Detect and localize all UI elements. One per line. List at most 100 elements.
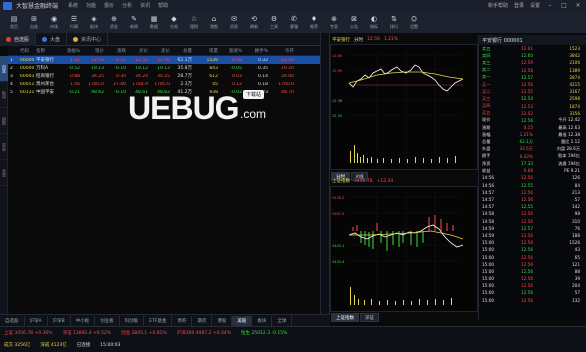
close-icon[interactable]: × [574, 1, 582, 9]
column-header[interactable]: 名称 [34, 48, 58, 54]
column-header[interactable]: 换手% [244, 48, 270, 54]
table-row[interactable]: 4 600519贵州茅台 1.56 1785.0 27.40 1784.9 1785.0 2.… [8, 80, 320, 88]
toolbar-button[interactable]: ▦ 数据 [144, 12, 164, 32]
index-chart[interactable]: 3478.2 3467.5 3445.1 3434.4 [330, 186, 478, 312]
column-header[interactable]: 总量 [172, 48, 194, 54]
table-row[interactable]: 2 000002万科A -0.52 19.13 -0.10 19.12 19.13 35.8万… [8, 64, 320, 72]
minimize-icon[interactable]: – [546, 1, 554, 9]
table-row[interactable]: 3 600036招商银行 0.88 34.25 0.30 34.24 34.25 28.7万 6… [8, 72, 320, 80]
chart1-mode: 分时 [354, 37, 363, 43]
toolbar-button[interactable]: ◈ 板块 [84, 12, 104, 32]
toolbar-button[interactable]: ⊗ 专家 [324, 12, 344, 32]
detail-extra: 88 [574, 268, 580, 274]
menu-item[interactable]: 功能 [86, 2, 96, 9]
maximize-icon[interactable]: □ [560, 1, 568, 9]
table-cell: 1526 [206, 57, 218, 63]
toolbar-label: 市场 [50, 23, 58, 29]
sidebar-tab[interactable]: 全部 [0, 160, 8, 186]
market-tab[interactable]: 债券 [172, 315, 193, 326]
column-header[interactable]: 代码 [18, 48, 34, 54]
login-link[interactable]: 登录 [514, 2, 524, 9]
toolbar-label: 推荐 [310, 23, 318, 29]
status-index[interactable]: 上证 3456.78 +0.36% [4, 330, 53, 336]
menu-item[interactable]: 帮助 [158, 2, 168, 9]
sidebar-tab[interactable]: 板块 [0, 82, 8, 108]
toolbar-button[interactable]: ☆ 理财 [184, 12, 204, 32]
column-header[interactable]: 卖价 [150, 48, 172, 54]
status-index[interactable]: 深证 13892.4 +0.52% [63, 330, 112, 336]
toolbar-button[interactable]: ⛭ 设置 [404, 12, 424, 32]
tab-watchlist[interactable]: 自选股 [0, 32, 37, 46]
sidebar-tab[interactable]: 指数 [0, 108, 8, 134]
toolbar-button[interactable]: ♦ 推荐 [304, 12, 324, 32]
market-tab[interactable]: 全球 [272, 315, 293, 326]
table-row[interactable]: 1 000001平安银行 1.21 12.56 0.15 12.55 12.56 62.1万 1… [8, 56, 320, 64]
column-header[interactable]: 现价 [82, 48, 106, 54]
market-tab[interactable]: 美股 [232, 315, 253, 326]
toolbar-button[interactable]: ☰ 行情 [64, 12, 84, 32]
table-cell: 19.20 [281, 65, 294, 71]
market-tab[interactable]: 板块 [252, 315, 273, 326]
tab-news[interactable]: 资讯中心 [67, 32, 109, 46]
app-logo-icon [3, 1, 12, 10]
left-sidebar: 自选 板块 指数 资金 全部 [0, 56, 8, 321]
status-index[interactable]: 创业 2845.1 +0.81% [121, 330, 167, 336]
toolbar-button[interactable]: ✆ 客服 [284, 12, 304, 32]
detail-row: 卖二 12.58 1389 [479, 67, 586, 74]
menu-item[interactable]: 分析 [122, 2, 132, 9]
market-tab[interactable]: 港股 [212, 315, 233, 326]
toolbar-button[interactable]: ▤ 首页 [4, 12, 24, 32]
toolbar-button[interactable]: ✉ 消息 [224, 12, 244, 32]
toolbar-button[interactable]: ⇅ 排行 [384, 12, 404, 32]
chart2-subtab[interactable]: 深证 [360, 313, 379, 322]
market-tab[interactable]: 沪深B [48, 315, 71, 326]
tab-market[interactable]: 大盘 [36, 32, 68, 46]
column-header[interactable]: 现量 [194, 48, 220, 54]
column-header[interactable]: 涨跌 [106, 48, 128, 54]
toolbar-button[interactable]: ◆ 交易 [164, 12, 184, 32]
sidebar-tab[interactable]: 自选 [0, 56, 8, 82]
menu-item[interactable]: 报价 [104, 2, 114, 9]
chart2-subtab[interactable]: 上证指数 [331, 313, 359, 322]
detail-value: 12.56 [521, 218, 533, 224]
detail-value: 62.1万 [519, 139, 533, 145]
toolbar-button[interactable]: ⊕ 资金 [104, 12, 124, 32]
pane-splitter[interactable] [320, 33, 330, 320]
detail-label: 卖四 [482, 52, 491, 58]
status-index[interactable]: 恒生 25012.3 -0.15% [241, 330, 287, 336]
detail-extra: 最低 12.38 [558, 131, 580, 137]
column-header[interactable]: 涨幅% [58, 48, 82, 54]
table-header: 代码 名称 涨幅% 现价 涨跌 买价 卖价 总量 现量 涨速% 换手% 今开 [8, 46, 320, 56]
table-cell: 12.56 [91, 57, 104, 63]
market-tab[interactable]: 中小板 [71, 315, 96, 326]
toolbar-button[interactable]: ◐ 指标 [364, 12, 384, 32]
menu-item[interactable]: 系统 [68, 2, 78, 9]
toolbar-button[interactable]: ⟲ 刷新 [244, 12, 264, 32]
market-tab[interactable]: 期货 [192, 315, 213, 326]
column-header[interactable]: 今开 [270, 48, 296, 54]
market-tab[interactable]: 创业板 [95, 315, 120, 326]
toolbar-button[interactable]: ⚙ 工具 [264, 12, 284, 32]
detail-value: 12.52 [521, 110, 533, 116]
toolbar-button[interactable]: ⊠ 公告 [344, 12, 364, 32]
column-header[interactable]: 涨速% [220, 48, 244, 54]
market-tab[interactable]: ETF基金 [144, 315, 173, 326]
toolbar-button[interactable]: ✎ 新闻 [124, 12, 144, 32]
column-header[interactable]: 买价 [128, 48, 150, 54]
intraday-chart[interactable]: 12.63 12.59 12.38 12.34 [330, 44, 478, 170]
toolbar-button[interactable]: ◉ 市场 [44, 12, 64, 32]
detail-label: 14:59 [482, 225, 495, 231]
detail-label: 买五 [482, 110, 491, 116]
table-cell: 34.25 [91, 73, 104, 79]
market-tab[interactable]: 自选股 [0, 315, 25, 326]
help-link[interactable]: 新手帮助 [488, 2, 508, 9]
market-tab[interactable]: 沪深A [25, 315, 48, 326]
toolbar-button[interactable]: ⌂ 港股 [204, 12, 224, 32]
status-index[interactable]: 沪深300 4987.2 +0.44% [177, 330, 231, 336]
detail-extra: 股本 194亿 [558, 153, 580, 159]
menu-item[interactable]: 资讯 [140, 2, 150, 9]
toolbar-button[interactable]: ⊞ 自选 [24, 12, 44, 32]
market-tab[interactable]: 科创板 [120, 315, 145, 326]
settings-link[interactable]: 设置 [530, 2, 540, 9]
sidebar-tab[interactable]: 资金 [0, 134, 8, 160]
